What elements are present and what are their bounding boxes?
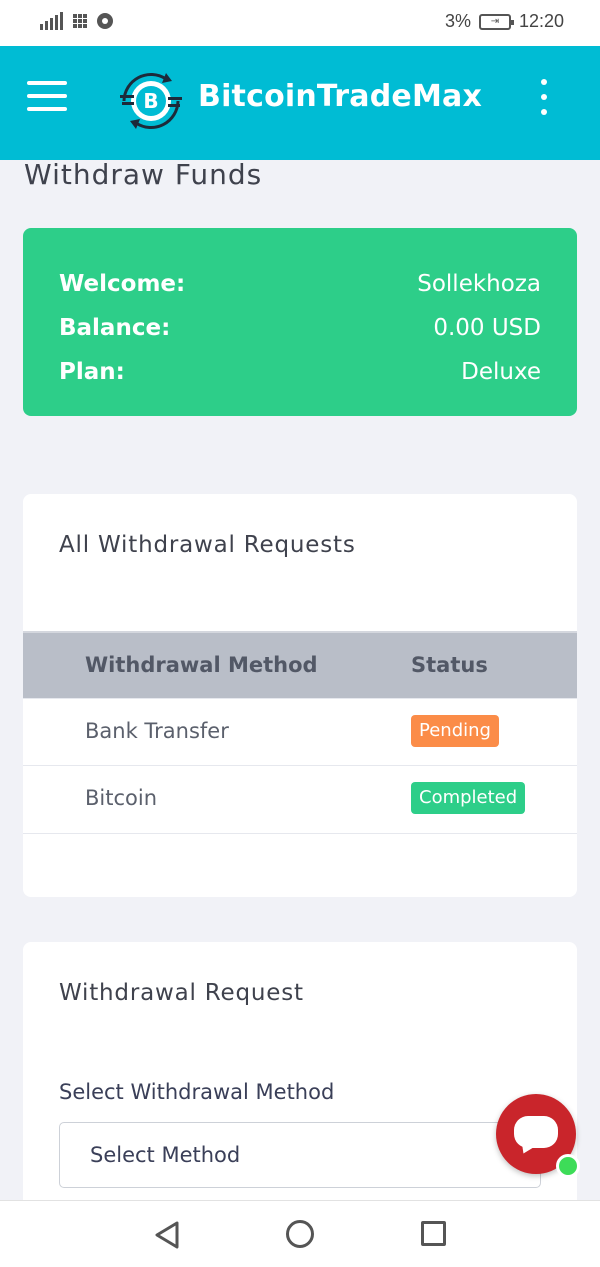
withdrawal-requests-card: All Withdrawal Requests Withdrawal Metho… <box>23 494 577 897</box>
summary-label: Balance: <box>59 315 171 341</box>
battery-percent: 3% <box>444 11 471 31</box>
summary-label: Welcome: <box>59 271 186 297</box>
method-cell: Bitcoin <box>85 786 158 810</box>
summary-row-plan: Plan: Deluxe <box>59 350 541 394</box>
column-header-method: Withdrawal Method <box>85 653 318 677</box>
card-title: All Withdrawal Requests <box>59 532 356 558</box>
summary-row-balance: Balance: 0.00 USD <box>59 306 541 350</box>
page-title: Withdraw Funds <box>24 158 263 191</box>
svg-text:B: B <box>143 89 158 113</box>
back-icon[interactable] <box>153 1220 181 1250</box>
summary-label: Plan: <box>59 359 125 385</box>
status-icons-right: 3% ⇥ 12:20 <box>445 11 564 32</box>
summary-row-welcome: Welcome: Sollekhoza <box>59 262 541 306</box>
table-row[interactable]: Bank Transfer Pending <box>23 698 577 766</box>
status-bar: 3% ⇥ 12:20 <box>0 0 600 46</box>
method-field-label: Select Withdrawal Method <box>59 1080 335 1104</box>
account-summary-card: Welcome: Sollekhoza Balance: 0.00 USD Pl… <box>23 228 577 416</box>
status-badge: Completed <box>411 782 526 814</box>
bitcoin-exchange-icon: B <box>120 72 182 130</box>
withdrawal-method-select[interactable]: Select Method <box>59 1122 541 1188</box>
home-icon[interactable] <box>286 1220 314 1248</box>
system-nav-bar <box>0 1200 600 1267</box>
signal-icon <box>40 12 63 30</box>
withdrawal-request-card: Withdrawal Request Select Withdrawal Met… <box>23 942 577 1212</box>
username-value: Sollekhoza <box>417 271 541 297</box>
balance-value: 0.00 USD <box>433 315 541 341</box>
clock: 12:20 <box>518 11 564 31</box>
method-cell: Bank Transfer <box>85 719 229 743</box>
app-grid-icon <box>73 14 87 28</box>
app-header: B BitcoinTradeMax <box>0 46 600 160</box>
status-icons-left <box>40 12 113 30</box>
app-name[interactable]: BitcoinTradeMax <box>198 79 482 114</box>
menu-icon[interactable] <box>27 81 67 111</box>
plan-value: Deluxe <box>461 359 541 385</box>
table-header: Withdrawal Method Status <box>23 631 577 699</box>
online-status-dot <box>556 1154 580 1178</box>
recent-apps-icon[interactable] <box>421 1221 446 1246</box>
table-row[interactable]: Bitcoin Completed <box>23 766 577 834</box>
status-badge: Pending <box>411 715 499 747</box>
battery-charging-icon: ⇥ <box>478 13 514 30</box>
card-title: Withdrawal Request <box>59 980 304 1006</box>
chrome-icon <box>97 13 113 29</box>
column-header-status: Status <box>411 653 488 677</box>
more-options-icon[interactable] <box>532 79 556 115</box>
